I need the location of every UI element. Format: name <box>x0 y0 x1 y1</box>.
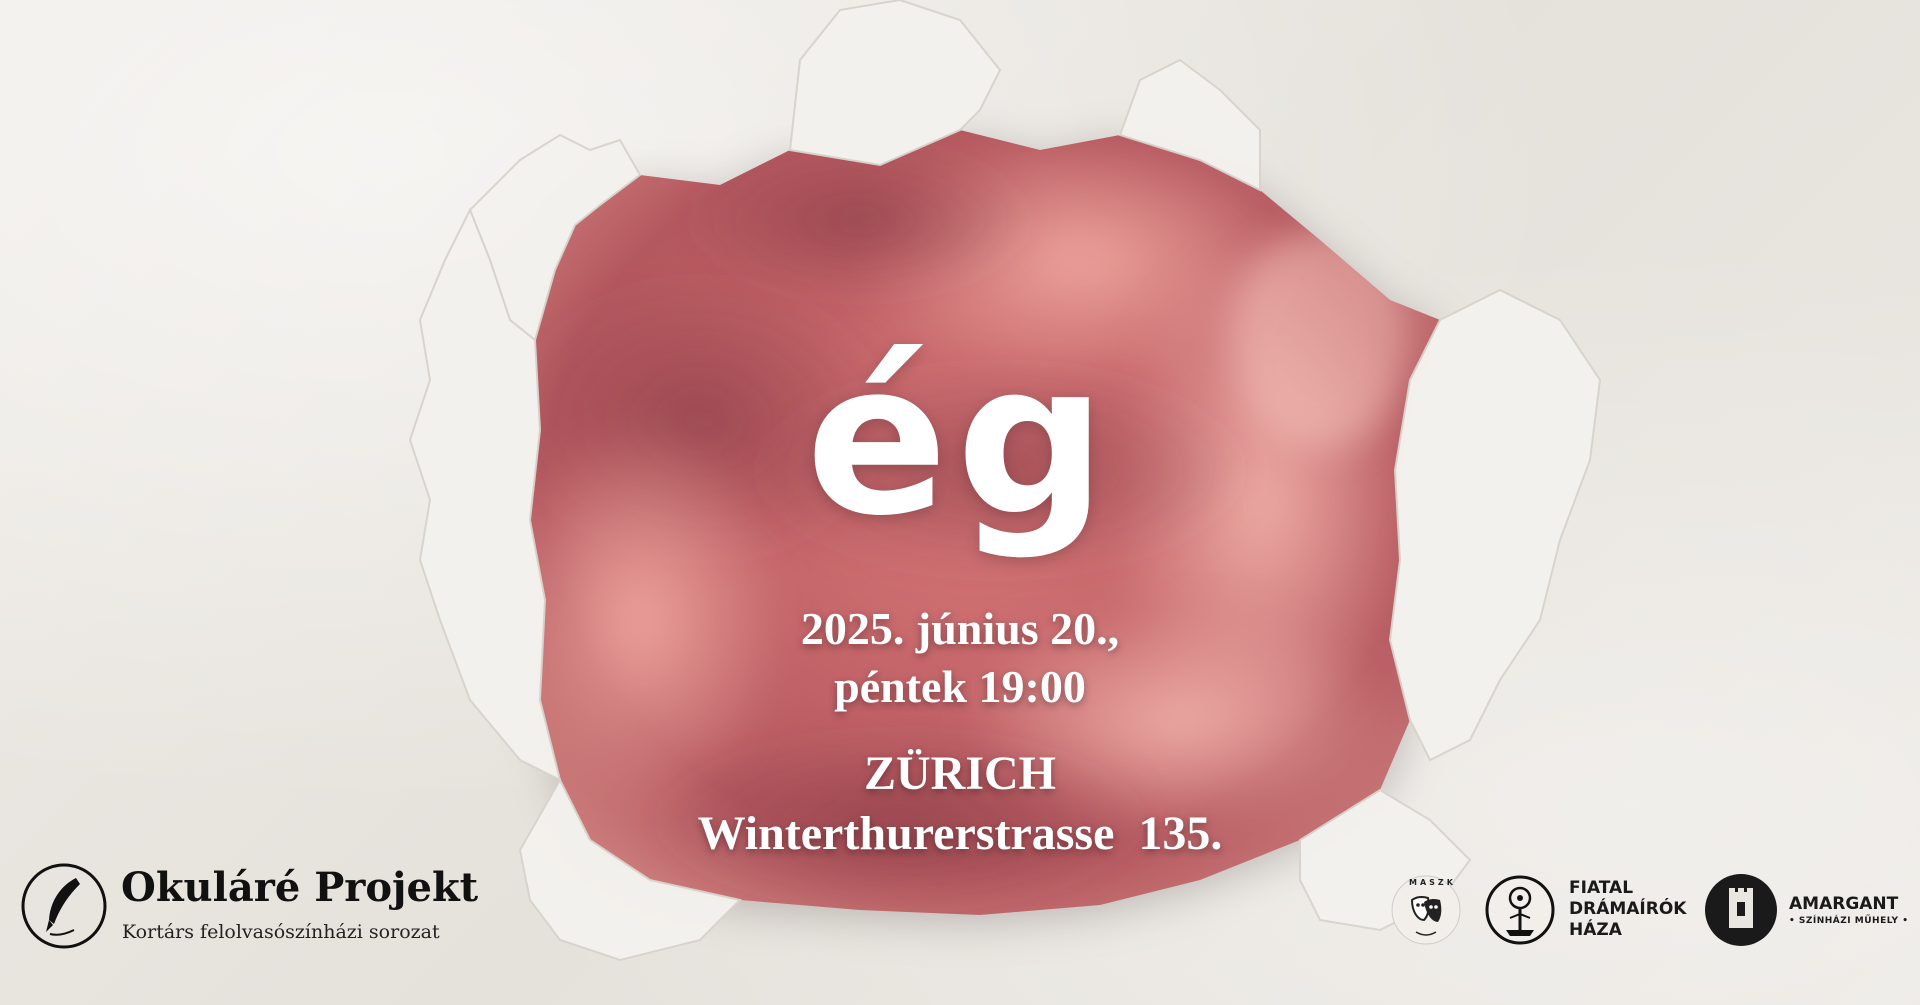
partner-maszk: MASZK <box>1388 872 1464 948</box>
organizer-block: Okuláré Projekt Kortárs felolvasószínház… <box>20 860 500 955</box>
event-date-line1: 2025. június 20., <box>800 603 1120 654</box>
partner-fiatal-dramairok-haza: FIATAL DRÁMAÍRÓK HÁZA <box>1481 872 1701 952</box>
tower-icon <box>1705 874 1777 946</box>
partner-fiatal-label-line3: HÁZA <box>1569 920 1622 940</box>
tree-icon <box>1485 875 1555 945</box>
partner-amargant-label: AMARGANT <box>1789 894 1899 914</box>
event-location: ZÜRICH Winterthurerstrasse 135. <box>560 744 1360 864</box>
partner-maszk-label: MASZK <box>1409 878 1456 887</box>
organizer-subtitle: Kortárs felolvasószínházi sorozat <box>122 921 440 943</box>
organizer-name: Okuláré Projekt <box>121 864 479 911</box>
partner-fiatal-label-line1: FIATAL <box>1569 878 1634 898</box>
partner-amargant: AMARGANT • SZÍNHÁZI MŰHELY • <box>1703 870 1913 950</box>
quill-pen-icon <box>20 862 108 950</box>
event-city: ZÜRICH <box>863 747 1057 800</box>
event-title: ég <box>805 317 1115 562</box>
event-date-line2: péntek 19:00 <box>834 661 1086 712</box>
event-address: Winterthurerstrasse 135. <box>697 807 1223 860</box>
event-date: 2025. június 20., péntek 19:00 <box>660 600 1260 716</box>
partner-amargant-sublabel: • SZÍNHÁZI MŰHELY • <box>1789 916 1909 926</box>
partner-fiatal-label-line2: DRÁMAÍRÓK <box>1569 899 1687 919</box>
